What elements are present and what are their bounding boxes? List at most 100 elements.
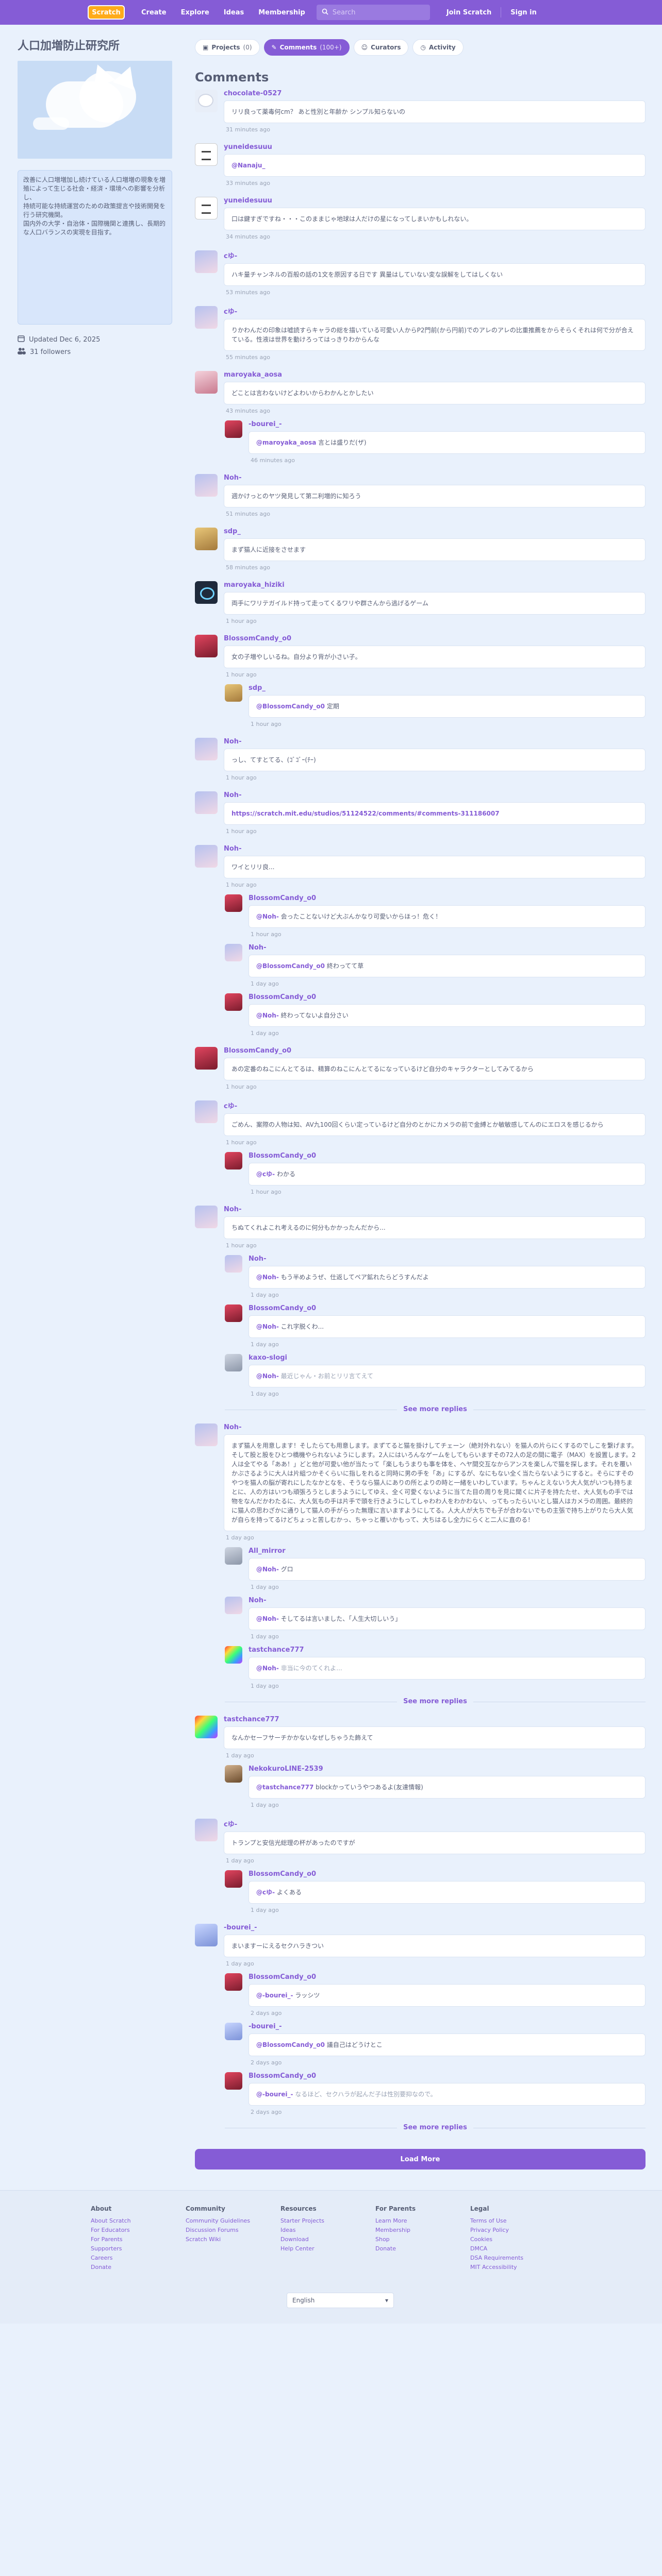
reply-mention[interactable]: @Noh- xyxy=(256,1664,279,1673)
footer-link[interactable]: DSA Requirements xyxy=(470,2253,565,2263)
user-avatar[interactable] xyxy=(195,845,218,868)
user-avatar[interactable] xyxy=(195,1819,218,1841)
comment-author[interactable]: BlossomCandy_o0 xyxy=(224,1047,646,1055)
comment-author[interactable]: Noh- xyxy=(224,791,646,799)
language-select[interactable]: English ▾ xyxy=(287,2293,394,2308)
reply-mention[interactable]: @tastchance777 xyxy=(256,1783,313,1792)
comment-author[interactable]: BlossomCandy_o0 xyxy=(249,1870,646,1878)
comment-author[interactable]: Noh- xyxy=(249,1255,646,1263)
load-more-button[interactable]: Load More xyxy=(195,2149,646,2170)
footer-link[interactable]: Supporters xyxy=(91,2244,186,2253)
reply-mention[interactable]: @cゆ- xyxy=(256,1170,275,1179)
user-avatar[interactable] xyxy=(225,1646,242,1664)
user-avatar[interactable] xyxy=(225,944,242,961)
footer-link[interactable]: Terms of Use xyxy=(470,2216,565,2226)
user-avatar[interactable] xyxy=(195,197,218,219)
user-avatar[interactable] xyxy=(225,1152,242,1170)
comment-author[interactable]: Noh- xyxy=(224,845,646,853)
footer-link[interactable]: DMCA xyxy=(470,2244,565,2253)
user-avatar[interactable] xyxy=(195,1716,218,1738)
nav-explore[interactable]: Explore xyxy=(174,0,217,25)
reply-mention[interactable]: @-bourei_- xyxy=(256,1991,293,2000)
comment-author[interactable]: BlossomCandy_o0 xyxy=(249,993,646,1001)
reply-mention[interactable]: @Noh- xyxy=(256,1371,279,1381)
nav-ideas[interactable]: Ideas xyxy=(217,0,251,25)
comment-author[interactable]: cゆ- xyxy=(224,1819,646,1828)
user-avatar[interactable] xyxy=(225,1597,242,1614)
user-avatar[interactable] xyxy=(225,1765,242,1783)
user-avatar[interactable] xyxy=(195,1047,218,1070)
footer-link[interactable]: Starter Projects xyxy=(280,2216,375,2226)
tab-projects[interactable]: ▣ Projects (0) xyxy=(195,39,260,56)
footer-link[interactable]: For Educators xyxy=(91,2226,186,2235)
user-avatar[interactable] xyxy=(195,1423,218,1446)
footer-link[interactable]: Cookies xyxy=(470,2235,565,2244)
comment-author[interactable]: tastchance777 xyxy=(224,1716,646,1723)
comment-author[interactable]: -bourei_- xyxy=(249,420,646,428)
comment-author[interactable]: Noh- xyxy=(249,1597,646,1604)
comment-author[interactable]: sdp_ xyxy=(224,528,646,535)
footer-link[interactable]: Learn More xyxy=(375,2216,470,2226)
user-avatar[interactable] xyxy=(195,143,218,166)
footer-link[interactable]: Help Center xyxy=(280,2244,375,2253)
user-avatar[interactable] xyxy=(195,1924,218,1946)
footer-link[interactable]: Careers xyxy=(91,2253,186,2263)
user-avatar[interactable] xyxy=(195,474,218,497)
reply-mention[interactable]: @Nanaju_ xyxy=(231,161,265,170)
footer-link[interactable]: Donate xyxy=(91,2263,186,2272)
comment-author[interactable]: maroyaka_aosa xyxy=(224,371,646,379)
user-avatar[interactable] xyxy=(225,2072,242,2090)
reply-mention[interactable]: @Noh- xyxy=(256,1273,279,1282)
join-scratch-link[interactable]: Join Scratch xyxy=(439,0,499,25)
comment-author[interactable]: cゆ- xyxy=(224,250,646,260)
user-avatar[interactable] xyxy=(225,2023,242,2040)
reply-mention[interactable]: @Noh- xyxy=(256,1322,279,1331)
comment-author[interactable]: All_mirror xyxy=(249,1547,646,1555)
reply-mention[interactable]: @BlossomCandy_o0 xyxy=(256,702,325,711)
comment-author[interactable]: yuneidesuuu xyxy=(224,197,646,205)
user-avatar[interactable] xyxy=(225,1255,242,1273)
comment-author[interactable]: maroyaka_hiziki xyxy=(224,581,646,589)
reply-mention[interactable]: @cゆ- xyxy=(256,1888,275,1897)
scratch-logo[interactable]: Scratch xyxy=(88,5,125,20)
reply-mention[interactable]: @BlossomCandy_o0 xyxy=(256,961,325,971)
user-avatar[interactable] xyxy=(225,1547,242,1565)
nav-create[interactable]: Create xyxy=(134,0,174,25)
comment-author[interactable]: BlossomCandy_o0 xyxy=(249,1304,646,1312)
footer-link[interactable]: Ideas xyxy=(280,2226,375,2235)
footer-link[interactable]: Download xyxy=(280,2235,375,2244)
user-avatar[interactable] xyxy=(195,528,218,550)
comment-author[interactable]: cゆ- xyxy=(224,1100,646,1110)
user-avatar[interactable] xyxy=(195,791,218,814)
sign-in-link[interactable]: Sign in xyxy=(503,0,544,25)
user-avatar[interactable] xyxy=(195,90,218,112)
comment-author[interactable]: Noh- xyxy=(249,944,646,952)
comment-author[interactable]: chocolate-0527 xyxy=(224,90,646,97)
user-avatar[interactable] xyxy=(225,1870,242,1888)
comment-author[interactable]: yuneidesuuu xyxy=(224,143,646,151)
user-avatar[interactable] xyxy=(195,635,218,657)
nav-membership[interactable]: Membership xyxy=(251,0,312,25)
reply-mention[interactable]: @-bourei_- xyxy=(256,2090,293,2099)
tab-activity[interactable]: ◷ Activity xyxy=(412,39,464,56)
reply-mention[interactable]: @maroyaka_aosa xyxy=(256,438,316,447)
user-avatar[interactable] xyxy=(195,306,218,329)
comment-author[interactable]: Noh- xyxy=(224,474,646,482)
comment-author[interactable]: Noh- xyxy=(224,1423,646,1431)
footer-link[interactable]: Community Guidelines xyxy=(186,2216,280,2226)
user-avatar[interactable] xyxy=(225,1354,242,1371)
comment-author[interactable]: BlossomCandy_o0 xyxy=(249,894,646,902)
user-avatar[interactable] xyxy=(195,581,218,604)
user-avatar[interactable] xyxy=(225,684,242,702)
user-avatar[interactable] xyxy=(225,420,242,438)
user-avatar[interactable] xyxy=(195,1206,218,1228)
user-avatar[interactable] xyxy=(195,250,218,273)
footer-link[interactable]: MIT Accessibility xyxy=(470,2263,565,2272)
footer-link[interactable]: Scratch Wiki xyxy=(186,2235,280,2244)
comment-author[interactable]: Noh- xyxy=(224,1206,646,1213)
user-avatar[interactable] xyxy=(195,1100,218,1123)
comment-author[interactable]: Noh- xyxy=(224,738,646,745)
footer-link[interactable]: Shop xyxy=(375,2235,470,2244)
comment-author[interactable]: BlossomCandy_o0 xyxy=(224,635,646,642)
comment-author[interactable]: tastchance777 xyxy=(249,1646,646,1654)
